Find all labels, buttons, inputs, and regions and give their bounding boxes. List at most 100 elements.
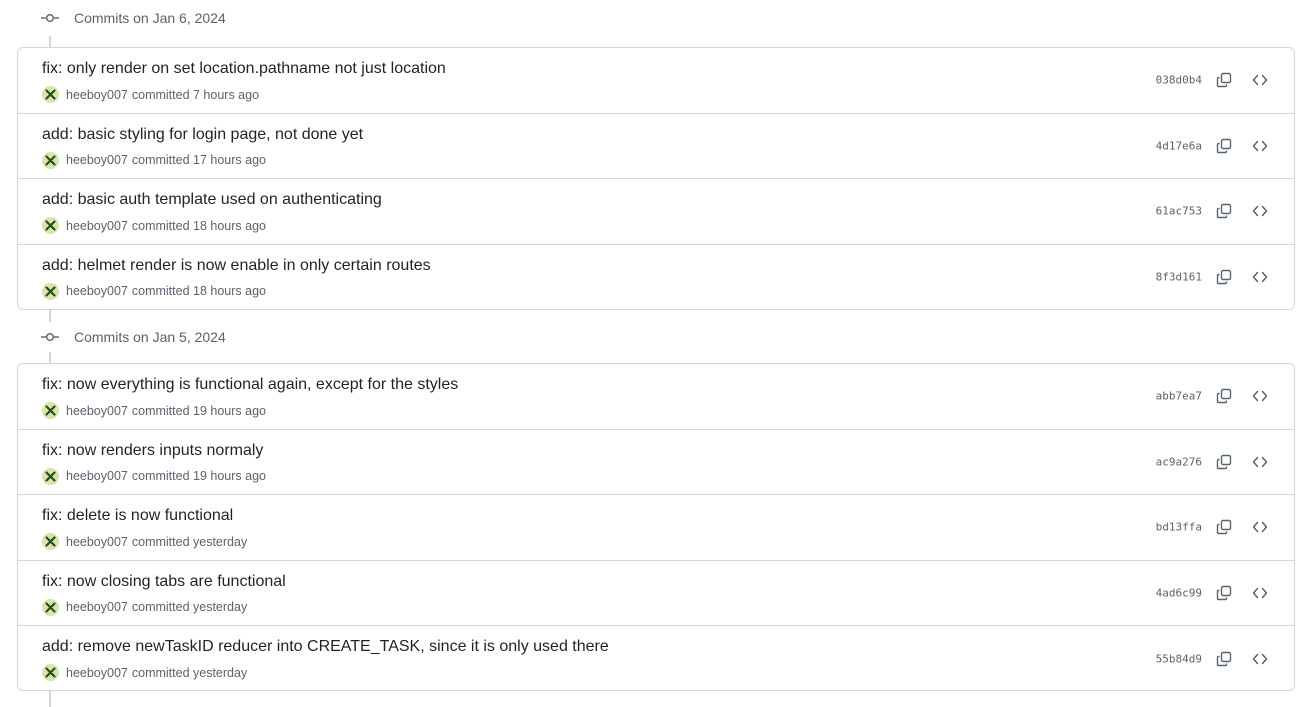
commit-row: add: remove newTaskID reducer into CREAT…: [18, 626, 1294, 692]
commit-time: committed 17 hours ago: [131, 153, 266, 167]
avatar[interactable]: [42, 533, 59, 550]
commit-sha-link[interactable]: 4d17e6a: [1156, 139, 1202, 152]
avatar-x-icon: [45, 470, 56, 482]
commit-message-link[interactable]: add: helmet render is now enable in only…: [42, 257, 431, 275]
code-icon: [1252, 391, 1268, 402]
copy-sha-button[interactable]: [1214, 386, 1234, 406]
commit-message-link[interactable]: fix: now closing tabs are functional: [42, 573, 286, 591]
avatar[interactable]: [42, 402, 59, 419]
commit-message-link[interactable]: add: remove newTaskID reducer into CREAT…: [42, 638, 609, 656]
avatar[interactable]: [42, 664, 59, 681]
avatar[interactable]: [42, 282, 59, 300]
commit-list: fix: now everything is functional again,…: [17, 363, 1295, 691]
author-link[interactable]: heeboy007: [66, 600, 128, 614]
commit-meta: heeboy007 committed 7 hours ago: [42, 86, 259, 103]
author-link[interactable]: heeboy007: [66, 88, 128, 102]
commit-meta: heeboy007 committed yesterday: [42, 533, 247, 550]
code-icon: [1252, 140, 1268, 151]
commit-row: fix: now renders inputs normaly heeboy00…: [18, 430, 1294, 495]
commit-sha-link[interactable]: 55b84d9: [1156, 652, 1202, 665]
git-commit-icon: [41, 14, 59, 22]
commit-time: committed yesterday: [131, 600, 248, 614]
browse-repo-button[interactable]: [1250, 452, 1270, 472]
copy-icon: [1216, 138, 1232, 153]
copy-icon: [1216, 454, 1232, 469]
copy-sha-button[interactable]: [1214, 70, 1234, 90]
code-icon: [1252, 206, 1268, 217]
commit-message-link[interactable]: add: basic auth template used on authent…: [42, 191, 382, 209]
avatar[interactable]: [42, 467, 59, 485]
commit-sha-link[interactable]: abb7ea7: [1156, 390, 1202, 403]
avatar[interactable]: [42, 598, 59, 616]
commit-message-link[interactable]: fix: now everything is functional again,…: [42, 376, 458, 394]
commit-sha-link[interactable]: 038d0b4: [1156, 74, 1202, 87]
git-commit-icon: [41, 333, 59, 341]
copy-icon: [1216, 585, 1232, 600]
browse-repo-button[interactable]: [1250, 649, 1270, 669]
code-icon: [1252, 653, 1268, 664]
commit-list: fix: only render on set location.pathnam…: [17, 47, 1295, 310]
code-icon: [1252, 522, 1268, 533]
avatar-x-icon: [45, 285, 56, 297]
code-icon: [1252, 272, 1268, 283]
commit-message-link[interactable]: add: basic styling for login page, not d…: [42, 126, 363, 144]
author-link[interactable]: heeboy007: [66, 153, 128, 167]
commit-timeline: Commits on Jan 6, 2024 fix: only render …: [0, 0, 1306, 707]
avatar-x-icon: [45, 405, 56, 416]
avatar-x-icon: [45, 154, 56, 166]
avatar[interactable]: [42, 86, 59, 103]
copy-sha-button[interactable]: [1214, 649, 1234, 669]
commit-time: committed 18 hours ago: [131, 218, 266, 233]
copy-sha-button[interactable]: [1214, 583, 1234, 603]
commit-sha-link[interactable]: bd13ffa: [1156, 521, 1202, 534]
timeline-line: [49, 691, 51, 707]
copy-sha-button[interactable]: [1214, 517, 1234, 537]
commit-message-link[interactable]: fix: only render on set location.pathnam…: [42, 60, 446, 78]
commit-group-title: Commits on Jan 5, 2024: [74, 329, 226, 345]
copy-sha-button[interactable]: [1214, 201, 1234, 221]
author-link[interactable]: heeboy007: [66, 666, 128, 680]
commit-group-title: Commits on Jan 6, 2024: [74, 10, 226, 26]
commit-meta: heeboy007 committed 18 hours ago: [42, 217, 266, 234]
copy-sha-button[interactable]: [1214, 136, 1234, 156]
avatar-x-icon: [45, 667, 56, 678]
browse-repo-button[interactable]: [1250, 201, 1270, 221]
commit-sha-link[interactable]: ac9a276: [1156, 455, 1202, 468]
browse-repo-button[interactable]: [1250, 267, 1270, 287]
copy-sha-button[interactable]: [1214, 452, 1234, 472]
copy-icon: [1216, 520, 1232, 535]
commit-meta: heeboy007 committed yesterday: [42, 598, 248, 616]
commit-time: committed yesterday: [131, 665, 248, 680]
commit-row: add: basic auth template used on authent…: [18, 179, 1294, 245]
browse-repo-button[interactable]: [1250, 136, 1270, 156]
author-link[interactable]: heeboy007: [66, 404, 128, 418]
commit-sha-link[interactable]: 61ac753: [1156, 205, 1202, 218]
commit-meta: heeboy007 committed 19 hours ago: [42, 467, 266, 485]
commit-message-link[interactable]: fix: now renders inputs normaly: [42, 442, 263, 460]
author-link[interactable]: heeboy007: [66, 284, 128, 298]
avatar[interactable]: [42, 217, 59, 234]
avatar-x-icon: [45, 220, 56, 231]
copy-icon: [1216, 73, 1232, 88]
browse-repo-button[interactable]: [1250, 70, 1270, 90]
commit-meta: heeboy007 committed 17 hours ago: [42, 151, 266, 169]
author-link[interactable]: heeboy007: [66, 219, 128, 233]
commit-row: fix: only render on set location.pathnam…: [18, 48, 1294, 114]
avatar[interactable]: [42, 151, 59, 169]
avatar-x-icon: [45, 536, 56, 547]
commit-time: committed 19 hours ago: [131, 403, 266, 418]
commit-time: committed yesterday: [131, 534, 248, 549]
commit-time: committed 7 hours ago: [131, 87, 260, 102]
copy-icon: [1216, 270, 1232, 285]
commit-sha-link[interactable]: 8f3d161: [1156, 271, 1202, 284]
copy-icon: [1216, 204, 1232, 219]
commit-sha-link[interactable]: 4ad6c99: [1156, 586, 1202, 599]
copy-sha-button[interactable]: [1214, 267, 1234, 287]
author-link[interactable]: heeboy007: [66, 535, 128, 549]
author-link[interactable]: heeboy007: [66, 469, 128, 483]
commit-row: fix: now closing tabs are functional hee…: [18, 561, 1294, 626]
browse-repo-button[interactable]: [1250, 386, 1270, 406]
browse-repo-button[interactable]: [1250, 517, 1270, 537]
browse-repo-button[interactable]: [1250, 583, 1270, 603]
commit-message-link[interactable]: fix: delete is now functional: [42, 507, 233, 525]
